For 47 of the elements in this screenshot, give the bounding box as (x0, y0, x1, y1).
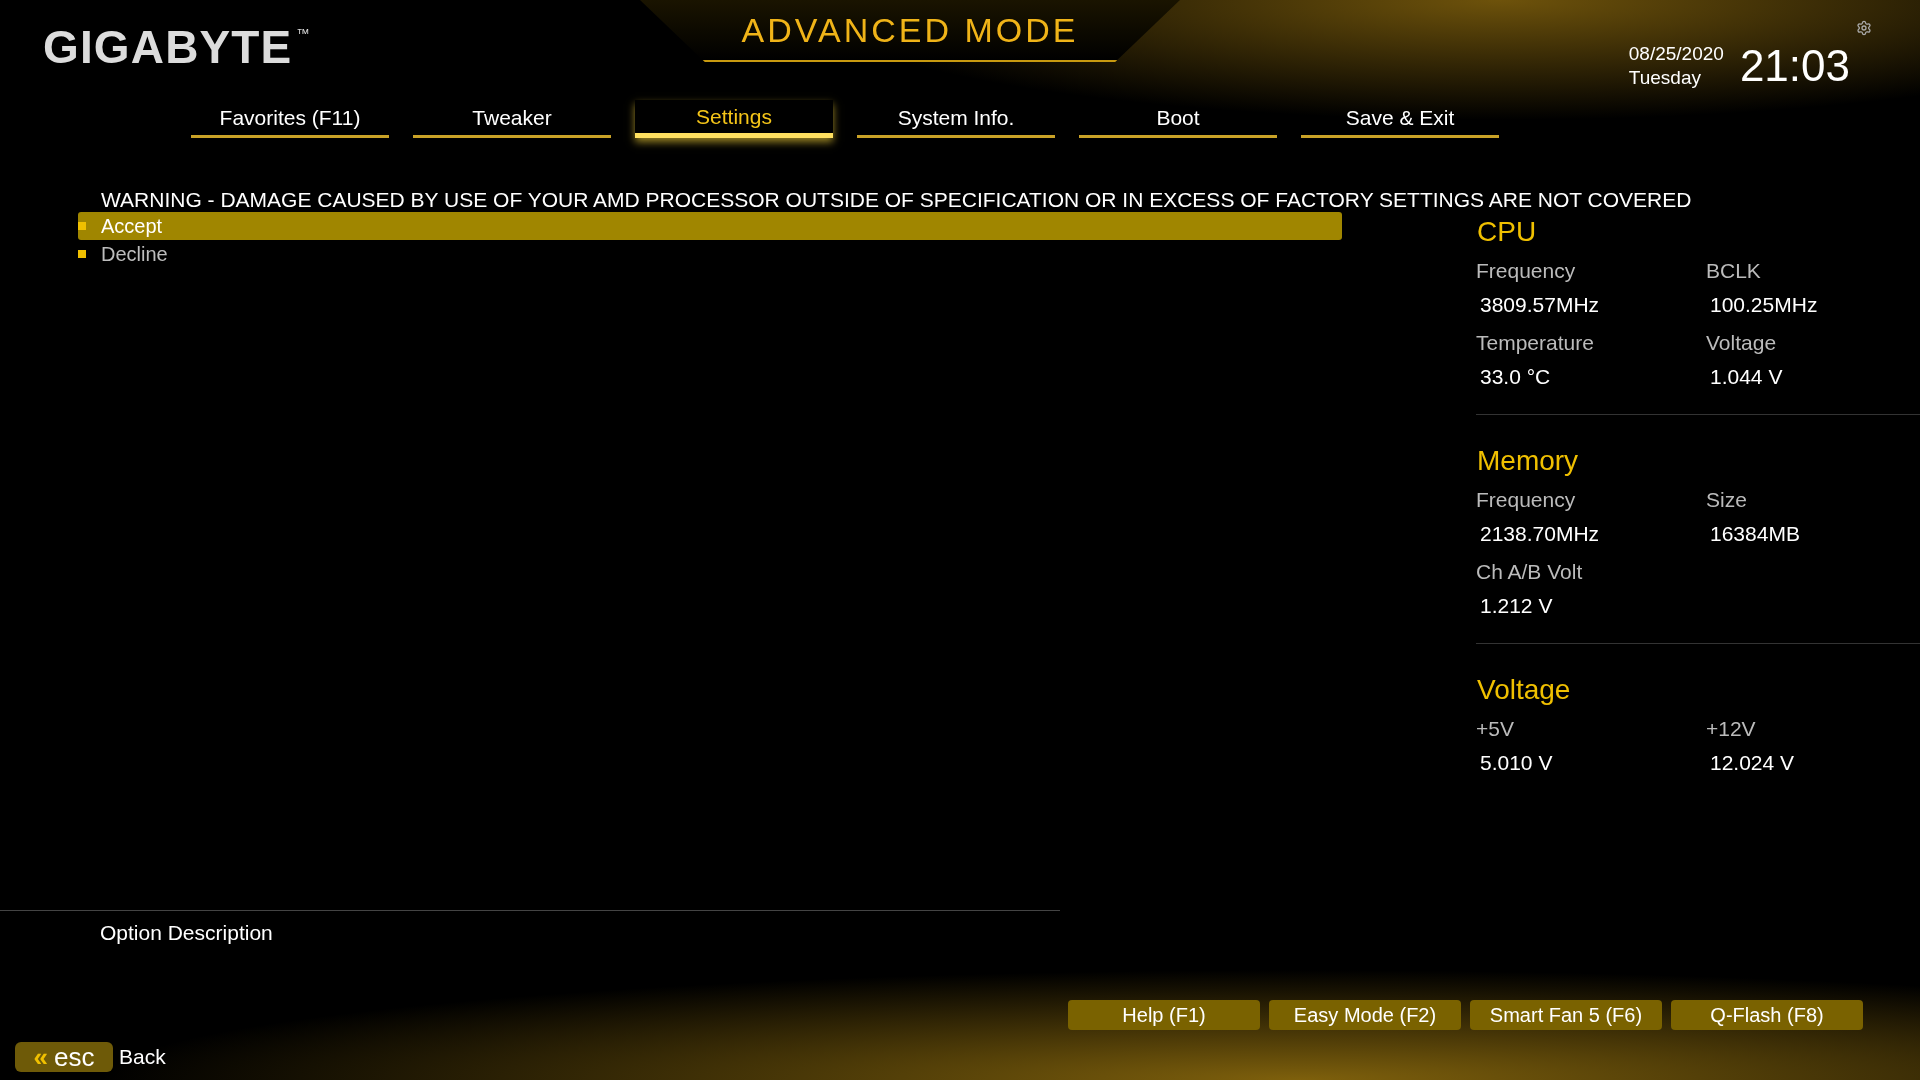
function-button[interactable]: Easy Mode (F2) (1269, 1000, 1461, 1030)
field-label: Frequency (1476, 487, 1577, 513)
nav-tab[interactable]: System Info. (857, 100, 1055, 138)
section-title: CPU (1476, 215, 1538, 249)
section-title: Voltage (1476, 673, 1572, 707)
trademark-mark: ™ (296, 25, 310, 43)
warning-text: WARNING - DAMAGE CAUSED BY USE OF YOUR AMD PROCESSOR OUTSIDE OF SPECIFICATION OR IN EXCESS OF FACTORY SETTINGS ARE NOT COVERED (101, 188, 1692, 212)
clock-time: 21:03 (1739, 44, 1850, 88)
date-text: 08/25/2020 (1628, 42, 1724, 66)
brand-logo: GIGABYTE (43, 24, 293, 70)
field-label: Frequency (1476, 258, 1577, 284)
esc-key[interactable]: « esc (15, 1042, 113, 1072)
field-label: Size (1706, 487, 1748, 513)
field-value: 1.044 V (1709, 364, 1784, 390)
function-button[interactable]: Smart Fan 5 (F6) (1470, 1000, 1662, 1030)
function-button[interactable]: Help (F1) (1068, 1000, 1260, 1030)
settings-icon[interactable] (1856, 20, 1872, 36)
bullet-icon (78, 222, 86, 230)
bullet-icon (78, 250, 86, 258)
nav-tab[interactable]: Tweaker (413, 100, 611, 138)
option-description-title: Option Description (100, 921, 273, 944)
option-item[interactable]: Accept (78, 212, 1342, 240)
field-value: 100.25MHz (1709, 292, 1819, 318)
field-value: 5.010 V (1479, 750, 1554, 776)
nav-tab[interactable]: Favorites (F11) (191, 100, 389, 138)
field-label: Ch A/B Volt (1476, 559, 1584, 585)
title-banner: ADVANCED MODE (640, 0, 1180, 62)
nav-tab[interactable]: Save & Exit (1301, 100, 1499, 138)
option-item[interactable]: Decline (78, 240, 1342, 268)
field-label: Voltage (1706, 330, 1778, 356)
double-chevron-icon: « (33, 1044, 48, 1070)
field-value: 3809.57MHz (1479, 292, 1601, 318)
field-value: 33.0 °C (1479, 364, 1552, 390)
field-value: 1.212 V (1479, 593, 1554, 619)
field-value: 2138.70MHz (1479, 521, 1601, 547)
section-title: Memory (1476, 444, 1580, 478)
day-text: Tuesday (1628, 65, 1702, 90)
back-label: Back (119, 1044, 166, 1071)
field-label: +12V (1706, 716, 1757, 742)
field-value: 12.024 V (1709, 750, 1796, 776)
field-value: 16384MB (1709, 521, 1801, 547)
field-label: Temperature (1476, 330, 1595, 356)
function-button[interactable]: Q-Flash (F8) (1671, 1000, 1863, 1030)
field-label: +5V (1476, 716, 1515, 742)
nav-tab[interactable]: Settings (635, 100, 833, 138)
nav-tab[interactable]: Boot (1079, 100, 1277, 138)
field-label: BCLK (1706, 258, 1762, 284)
